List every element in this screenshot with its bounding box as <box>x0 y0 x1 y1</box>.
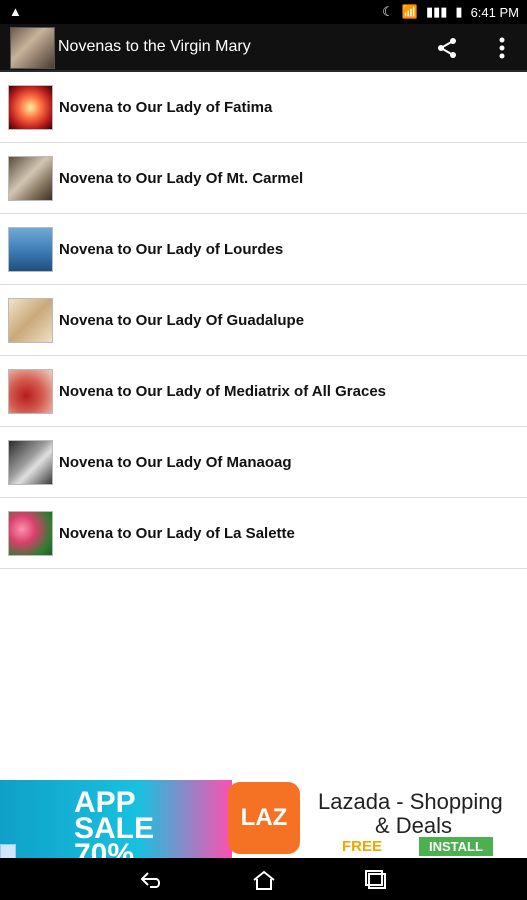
app-bar: Novenas to the Virgin Mary <box>0 24 527 72</box>
battery-icon: ▮ <box>455 4 463 19</box>
novena-list: Novena to Our Lady of Fatima Novena to O… <box>0 72 527 569</box>
app-title: Novenas to the Virgin Mary <box>58 38 251 55</box>
ad-promo-image: APP SALE 70% <box>0 780 232 870</box>
list-item-label: Novena to Our Lady of Lourdes <box>59 241 284 258</box>
home-icon[interactable] <box>250 868 278 892</box>
ad-banner[interactable]: APP SALE 70% LAZ Lazada - Shopping & Dea… <box>0 780 527 870</box>
list-item[interactable]: Novena to Our Lady of La Salette <box>0 498 527 569</box>
signal-icon: ▮▮▮ <box>425 4 448 19</box>
ad-promo-text: APP SALE 70% <box>74 786 155 871</box>
list-item-label: Novena to Our Lady Of Mt. Carmel <box>59 170 304 187</box>
warning-icon: ▲ <box>9 4 22 19</box>
recents-icon[interactable] <box>362 868 390 892</box>
list-item-label: Novena to Our Lady of La Salette <box>59 525 295 542</box>
list-item[interactable]: Novena to Our Lady Of Mt. Carmel <box>0 143 527 214</box>
list-item[interactable]: Novena to Our Lady of Lourdes <box>0 214 527 285</box>
rosary-thumb <box>8 440 53 485</box>
list-item[interactable]: Novena to Our Lady Of Manaoag <box>0 427 527 498</box>
status-time: 6:41 PM <box>470 4 519 20</box>
parchment-thumb <box>8 298 53 343</box>
list-item[interactable]: Novena to Our Lady of Fatima <box>0 72 527 143</box>
sea-thumb <box>8 227 53 272</box>
system-nav-bar <box>0 858 527 900</box>
list-item-label: Novena to Our Lady of Mediatrix of All G… <box>59 383 387 400</box>
list-item-label: Novena to Our Lady Of Manaoag <box>59 454 292 471</box>
lazada-logo: LAZ <box>228 782 300 854</box>
install-button[interactable]: INSTALL <box>419 837 493 856</box>
status-bar: ▲ ☾ 📶 ▮▮▮ ▮ 6:41 PM <box>0 0 527 24</box>
rose-petal-thumb <box>8 369 53 414</box>
wifi-icon: 📶 <box>401 4 418 19</box>
ad-title-2: & Deals <box>375 813 453 838</box>
more-vert-icon[interactable] <box>497 36 507 60</box>
list-item-label: Novena to Our Lady Of Guadalupe <box>59 312 305 329</box>
ad-title: Lazada - Shopping <box>318 789 503 814</box>
flowers-thumb <box>8 511 53 556</box>
back-icon[interactable] <box>138 868 166 892</box>
share-icon[interactable] <box>435 36 459 60</box>
moon-icon: ☾ <box>382 4 394 19</box>
list-item-label: Novena to Our Lady of Fatima <box>59 99 273 116</box>
list-item[interactable]: Novena to Our Lady Of Guadalupe <box>0 285 527 356</box>
ad-free-label: FREE <box>342 838 383 855</box>
sunburst-thumb <box>8 85 53 130</box>
list-item[interactable]: Novena to Our Lady of Mediatrix of All G… <box>0 356 527 427</box>
statue-thumb <box>8 156 53 201</box>
virgin-mary-logo <box>10 27 55 69</box>
